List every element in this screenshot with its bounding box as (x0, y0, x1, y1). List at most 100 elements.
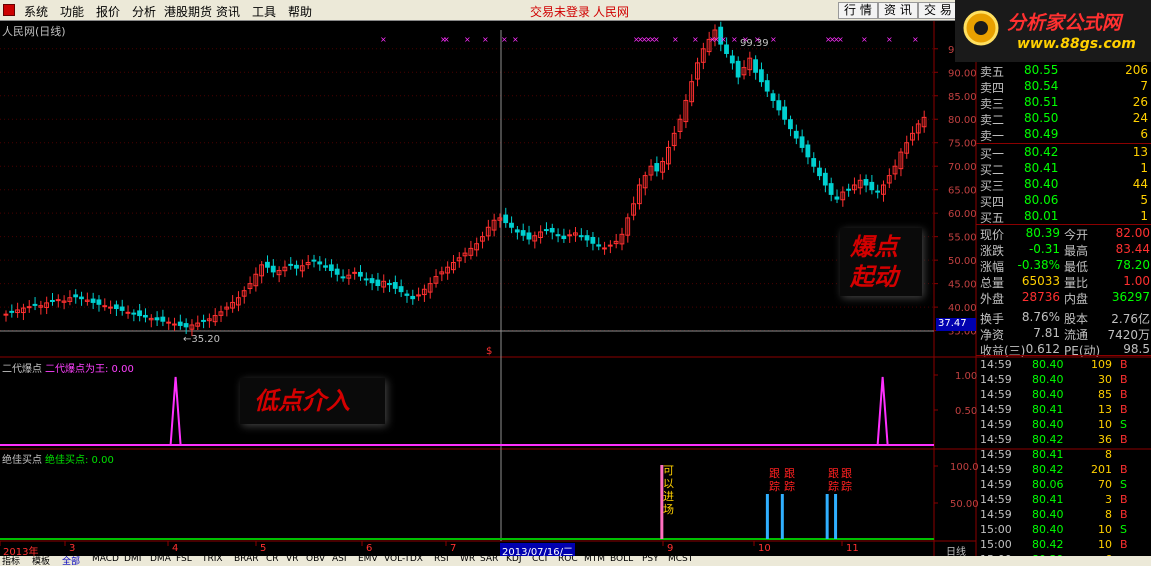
tick-row[interactable]: 15:00 80.40 10 S (980, 523, 1151, 538)
tick-row[interactable]: 14:59 80.41 8 (980, 448, 1151, 463)
low-entry-banner: 低点介入 (240, 378, 385, 424)
tick-cell: 14:59 (980, 448, 1012, 461)
tick-row[interactable]: 14:59 80.40 109 B (980, 358, 1151, 373)
candle-body (596, 244, 602, 247)
tick-cell: 14:59 (980, 373, 1012, 386)
tick-cell: 80.40 (1032, 418, 1064, 431)
quote-cell: 净资 (980, 328, 1005, 342)
candle-body (352, 271, 357, 274)
tick-cell: 80.42 (1032, 538, 1064, 551)
indicator-tab[interactable]: MACD (92, 556, 119, 564)
breakout-line1: 爆点 (850, 232, 898, 261)
indicator-tab[interactable]: OBV (306, 556, 325, 564)
indicator-tab[interactable]: VR (286, 556, 298, 564)
indicator-tab[interactable]: BRAR (234, 556, 258, 564)
candle-body (119, 306, 125, 311)
ind1-tick-label: 1.00 (955, 371, 977, 382)
indicator1-name: 二代爆点 (2, 364, 42, 375)
indicator-tab[interactable]: MCST (668, 556, 693, 564)
indicator-tab[interactable]: 指标 (2, 556, 20, 566)
quote-cell: 24 (1132, 111, 1148, 125)
bid-row: 买二 80.41 1 (980, 161, 1151, 177)
ind2-signal-bar (825, 494, 829, 539)
candle-body (834, 196, 840, 200)
indicator-tab[interactable]: SAR (480, 556, 498, 564)
candle-body (323, 265, 328, 268)
candle-body (846, 188, 851, 191)
stat-row: 换手 8.76% 股本 2.76亿 (980, 310, 1151, 326)
indicator-tab[interactable]: TRIX (202, 556, 223, 564)
indicator-tab[interactable]: 全部 (62, 556, 80, 566)
tick-cell: 3 (1105, 493, 1112, 506)
quote-cell: 卖二 (980, 113, 1005, 127)
tick-row[interactable]: 14:59 80.42 201 B (980, 463, 1151, 478)
indicator-tab[interactable]: DMI (124, 556, 141, 564)
indicator-tab[interactable]: PSY (642, 556, 659, 564)
indicator-tab[interactable]: VOL-TDX (384, 556, 423, 564)
indicator-tab[interactable]: ROC (558, 556, 578, 564)
breakout-banner: 爆点 起动 (840, 228, 922, 296)
ask-row: 卖二 80.50 24 (980, 111, 1151, 127)
indicator-tab[interactable]: ASI (332, 556, 347, 564)
price-tick-label: 70.00 (948, 162, 977, 173)
high-price-label: 99.39 (740, 38, 769, 49)
signal-x-marker: × (770, 35, 777, 44)
quote-cell: 8.76% (1021, 310, 1060, 324)
candle-body (793, 130, 799, 139)
quote-cell: 206 (1125, 63, 1148, 77)
candle-body (102, 305, 108, 308)
tick-row[interactable]: 14:59 80.40 10 S (980, 418, 1151, 433)
indicator-tab[interactable]: CCI (532, 556, 547, 564)
price-tick-label: 55.00 (948, 233, 977, 244)
tick-row[interactable]: 14:59 80.40 30 B (980, 373, 1151, 388)
tick-row[interactable]: 15:00 80.42 10 B (980, 538, 1151, 553)
tick-row[interactable]: 14:59 80.40 8 B (980, 508, 1151, 523)
indicator-tab[interactable]: CR (266, 556, 279, 564)
indicator-tab[interactable]: BOLL (610, 556, 633, 564)
indicator1-value: 二代爆点为王: 0.00 (45, 364, 134, 375)
tick-row[interactable]: 14:59 80.06 70 S (980, 478, 1151, 493)
tick-cell: 30 (1098, 373, 1112, 386)
breakout-line2: 起动 (850, 262, 898, 291)
candle-body (817, 167, 822, 177)
quote-cell: 80.06 (1024, 193, 1059, 207)
quote-cell: 卖一 (980, 129, 1005, 143)
kline-chart[interactable]: 95.0090.0085.0080.0075.0070.0065.0060.00… (0, 0, 1151, 566)
candle-body (73, 294, 79, 298)
indicator-tab[interactable]: EMV (358, 556, 378, 564)
quote-cell: 80.50 (1024, 111, 1059, 125)
candle-body (828, 183, 834, 195)
tick-row[interactable]: 14:59 80.41 3 B (980, 493, 1151, 508)
indicator-tab[interactable]: DMA (150, 556, 171, 564)
indicator-tab[interactable]: 模板 (32, 556, 50, 566)
candle-body (160, 316, 166, 322)
candle-body (177, 321, 183, 326)
month-10: 10 (758, 543, 771, 554)
stat-row: 净资 7.81 流通 7420万 (980, 326, 1151, 342)
quote-cell: 2.76亿 (1111, 312, 1150, 326)
indicator-tab[interactable]: RSI (434, 556, 449, 564)
quote-cell: 1 (1140, 209, 1148, 223)
quote-cell: 1 (1140, 161, 1148, 175)
candle-body (555, 234, 561, 237)
tick-row[interactable]: 14:59 80.42 36 B (980, 433, 1151, 448)
entry-signal-label: 可以进场 (663, 464, 674, 516)
quote-cell: 总量 (980, 276, 1005, 290)
watermark-title: 分析家公式网 (1007, 12, 1122, 34)
tick-cell: B (1120, 463, 1128, 476)
tick-cell: B (1120, 508, 1128, 521)
app-window: 系统 功能 报价 分析 港股期货 资讯 工具 帮助 交易未登录 人民网 行 情 … (0, 0, 1151, 566)
signal-x-marker: × (672, 35, 679, 44)
indicator-tab[interactable]: KDJ (506, 556, 522, 564)
tick-row[interactable]: 14:59 80.40 85 B (980, 388, 1151, 403)
candle-body (79, 296, 84, 300)
candle-body (875, 190, 881, 193)
candle-body (49, 299, 55, 302)
tick-row[interactable]: 14:59 80.41 13 B (980, 403, 1151, 418)
indicator-tab[interactable]: FSL (176, 556, 192, 564)
tick-cell: 80.42 (1032, 463, 1064, 476)
month-9: 9 (667, 543, 674, 554)
indicator-tab[interactable]: MTM (584, 556, 605, 564)
indicator-tab[interactable]: WR (460, 556, 475, 564)
price-tick-label: 80.00 (948, 115, 977, 126)
